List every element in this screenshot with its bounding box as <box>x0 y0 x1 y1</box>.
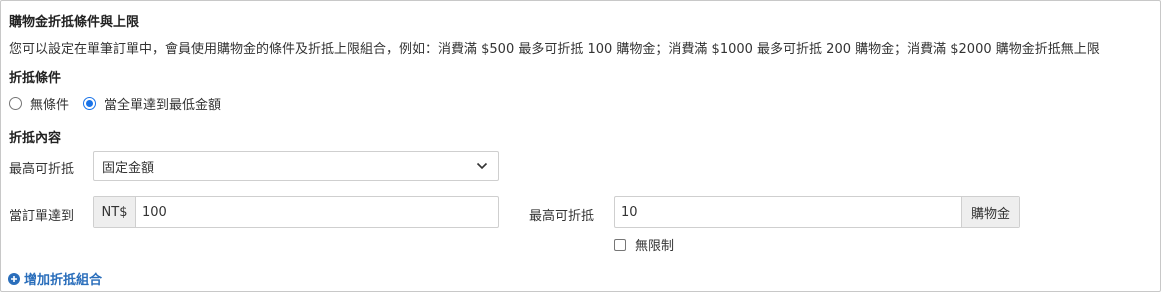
order-reach-label: 當訂單達到 <box>9 209 75 224</box>
points-suffix: 購物金 <box>961 197 1019 227</box>
section-title: 購物金折抵條件與上限 <box>9 15 140 30</box>
max-deduct-input-group: 10 購物金 <box>614 196 1020 228</box>
order-amount-input-group: NT$ 100 <box>93 196 499 228</box>
max-deduct-input[interactable]: 10 <box>615 197 961 227</box>
discount-settings-panel: 購物金折抵條件與上限 您可以設定在單筆訂單中，會員使用購物金的條件及折抵上限組合… <box>0 0 1161 292</box>
radio-label-no-condition: 無條件 <box>30 98 70 113</box>
content-heading: 折抵內容 <box>9 131 62 146</box>
plus-circle-icon <box>8 272 20 285</box>
max-type-select[interactable]: 固定金額 <box>93 151 499 181</box>
unlimited-label: 無限制 <box>635 239 675 254</box>
max-deduct-label: 最高可折抵 <box>529 209 595 224</box>
max-type-selected-value: 固定金額 <box>102 160 155 176</box>
radio-no-condition[interactable] <box>9 97 22 110</box>
radio-option-no-condition[interactable]: 無條件 <box>9 94 69 113</box>
currency-prefix: NT$ <box>94 197 136 227</box>
condition-heading: 折抵條件 <box>9 71 62 86</box>
unlimited-checkbox[interactable] <box>614 238 626 251</box>
condition-radio-group: 無條件 當全單達到最低金額 <box>9 94 235 113</box>
add-combo-label: 增加折抵組合 <box>24 273 103 288</box>
chevron-down-icon <box>476 162 488 170</box>
add-combo-link[interactable]: 增加折抵組合 <box>8 269 102 288</box>
order-amount-input[interactable]: 100 <box>136 197 498 227</box>
radio-min-amount[interactable] <box>83 97 97 110</box>
unlimited-option[interactable]: 無限制 <box>614 235 674 254</box>
radio-label-min-amount: 當全單達到最低金額 <box>104 98 222 113</box>
max-type-label: 最高可折抵 <box>9 162 75 177</box>
section-description: 您可以設定在單筆訂單中，會員使用購物金的條件及折抵上限組合，例如：消費滿 $50… <box>9 42 1100 57</box>
radio-option-min-amount[interactable]: 當全單達到最低金額 <box>83 94 221 113</box>
